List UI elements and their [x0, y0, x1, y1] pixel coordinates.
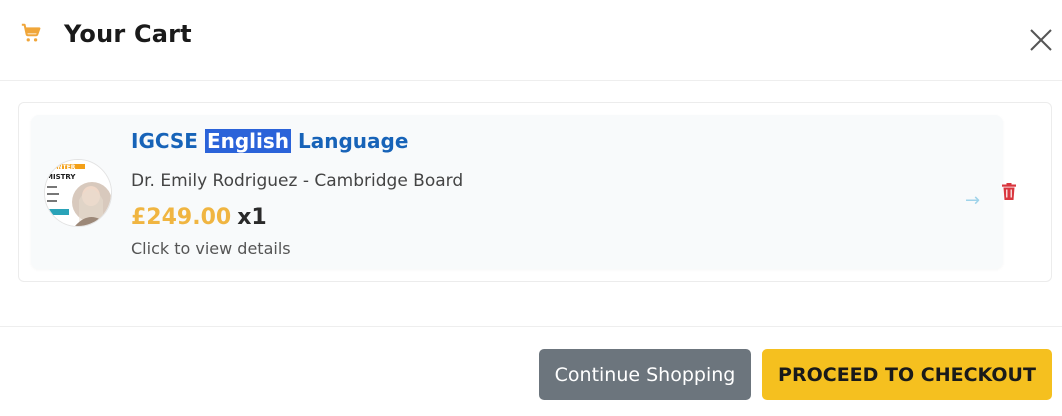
course-title-prefix: IGCSE [131, 129, 205, 153]
proceed-to-checkout-button[interactable]: PROCEED TO CHECKOUT [762, 349, 1052, 400]
arrow-right-icon[interactable]: → [965, 190, 980, 211]
cart-item-container: CENTER MISTRY IGCSE English Language Dr.… [18, 102, 1052, 282]
cart-footer: Continue Shopping PROCEED TO CHECKOUT [0, 327, 1062, 416]
course-price: £249.00 x1 [131, 205, 267, 230]
shopping-cart-icon [21, 23, 41, 42]
course-title[interactable]: IGCSE English Language [131, 129, 408, 153]
course-title-highlight: English [204, 129, 292, 153]
view-details-link[interactable]: Click to view details [131, 239, 291, 258]
cart-title: Your Cart [64, 20, 192, 48]
trash-icon[interactable] [1002, 183, 1016, 200]
svg-text:MISTRY: MISTRY [46, 173, 76, 181]
quantity: x1 [237, 205, 267, 230]
svg-text:CENTER: CENTER [49, 164, 76, 171]
course-subtitle: Dr. Emily Rodriguez - Cambridge Board [131, 171, 464, 191]
cart-item[interactable]: CENTER MISTRY IGCSE English Language Dr.… [31, 115, 1016, 269]
price-amount: £249.00 [131, 205, 232, 230]
course-title-suffix: Language [291, 129, 409, 153]
cart-header: Your Cart [0, 0, 1062, 81]
close-icon[interactable] [1028, 27, 1054, 53]
cart-body: CENTER MISTRY IGCSE English Language Dr.… [0, 81, 1062, 327]
course-thumbnail: CENTER MISTRY [44, 159, 112, 227]
continue-shopping-button[interactable]: Continue Shopping [539, 349, 751, 400]
